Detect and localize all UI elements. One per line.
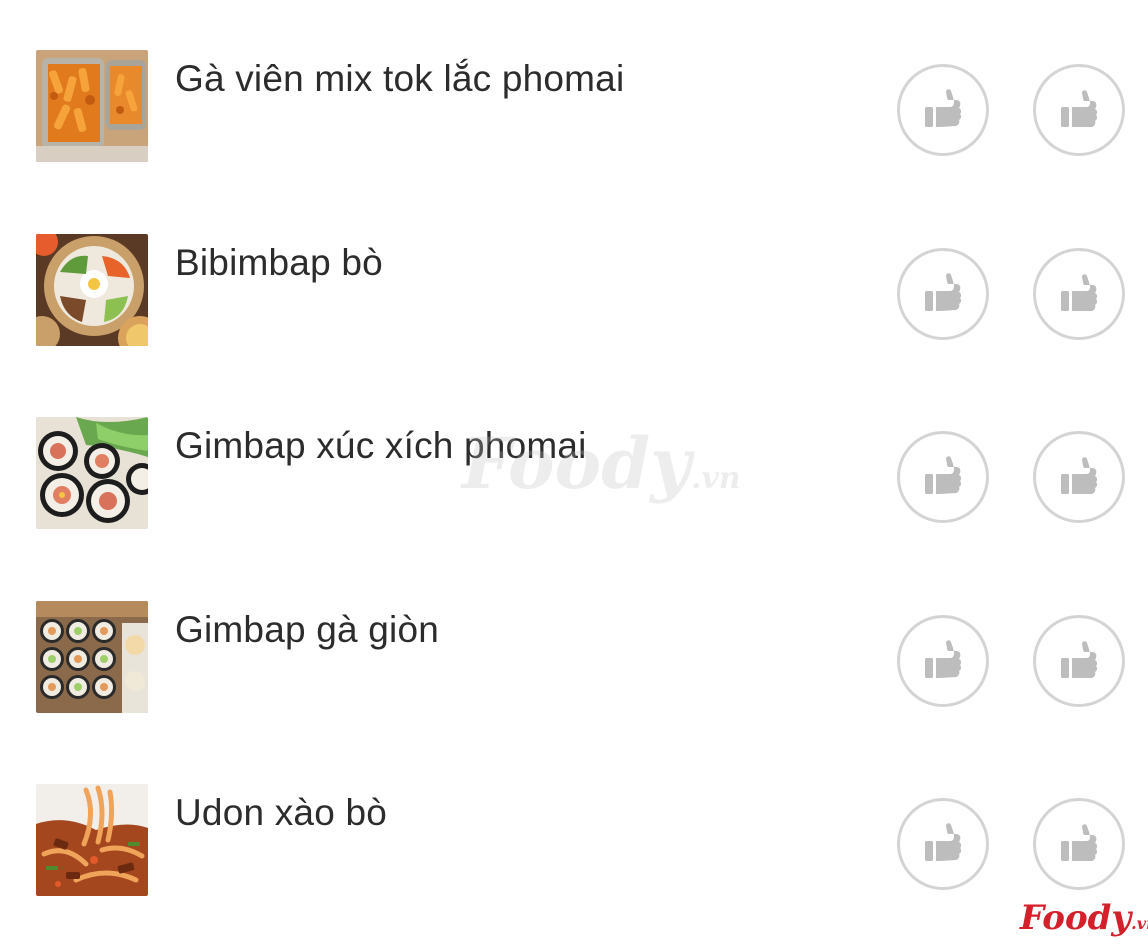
stir-fried-udon-thumbnail [36,784,148,896]
dislike-button[interactable] [897,431,989,523]
bibimbap-bowl-thumbnail [36,234,148,346]
dislike-button[interactable] [897,798,989,890]
menu-item-list: Gà viên mix tok lắc phomai Bibimbap bò G… [0,0,1148,945]
menu-item-row: Gimbap gà giòn [0,601,1148,751]
menu-item-name: Bibimbap bò [175,242,383,283]
like-button[interactable] [1033,798,1125,890]
menu-item-name: Gà viên mix tok lắc phomai [175,58,625,99]
thumbs-up-icon [1061,274,1098,311]
thumbs-down-icon [925,89,962,127]
like-button[interactable] [1033,615,1125,707]
menu-item-row: Udon xào bò [0,784,1148,934]
menu-item-row: Gà viên mix tok lắc phomai [0,50,1148,200]
thumbs-up-icon [1061,824,1098,861]
thumbs-down-icon [925,823,962,861]
fried-chicken-tteokbokki-thumbnail [36,50,148,162]
foody-logo: Foody.vn [1020,898,1148,938]
dislike-button[interactable] [897,64,989,156]
like-button[interactable] [1033,248,1125,340]
thumbs-down-icon [925,273,962,311]
menu-item-name: Udon xào bò [175,792,388,833]
menu-item-name: Gimbap xúc xích phomai [175,425,587,466]
menu-item-row: Bibimbap bò [0,234,1148,384]
menu-item-row: Gimbap xúc xích phomai [0,417,1148,567]
brand-text: Foody [1020,898,1132,938]
thumbs-up-icon [1061,457,1098,494]
crispy-chicken-gimbap-thumbnail [36,601,148,713]
thumbs-down-icon [925,640,962,678]
dislike-button[interactable] [897,248,989,340]
like-button[interactable] [1033,64,1125,156]
thumbs-up-icon [1061,90,1098,127]
like-button[interactable] [1033,431,1125,523]
brand-suffix: .vn [1131,914,1148,933]
thumbs-down-icon [925,456,962,494]
dislike-button[interactable] [897,615,989,707]
menu-item-name: Gimbap gà giòn [175,609,440,650]
sausage-gimbap-thumbnail [36,417,148,529]
thumbs-up-icon [1061,641,1098,678]
